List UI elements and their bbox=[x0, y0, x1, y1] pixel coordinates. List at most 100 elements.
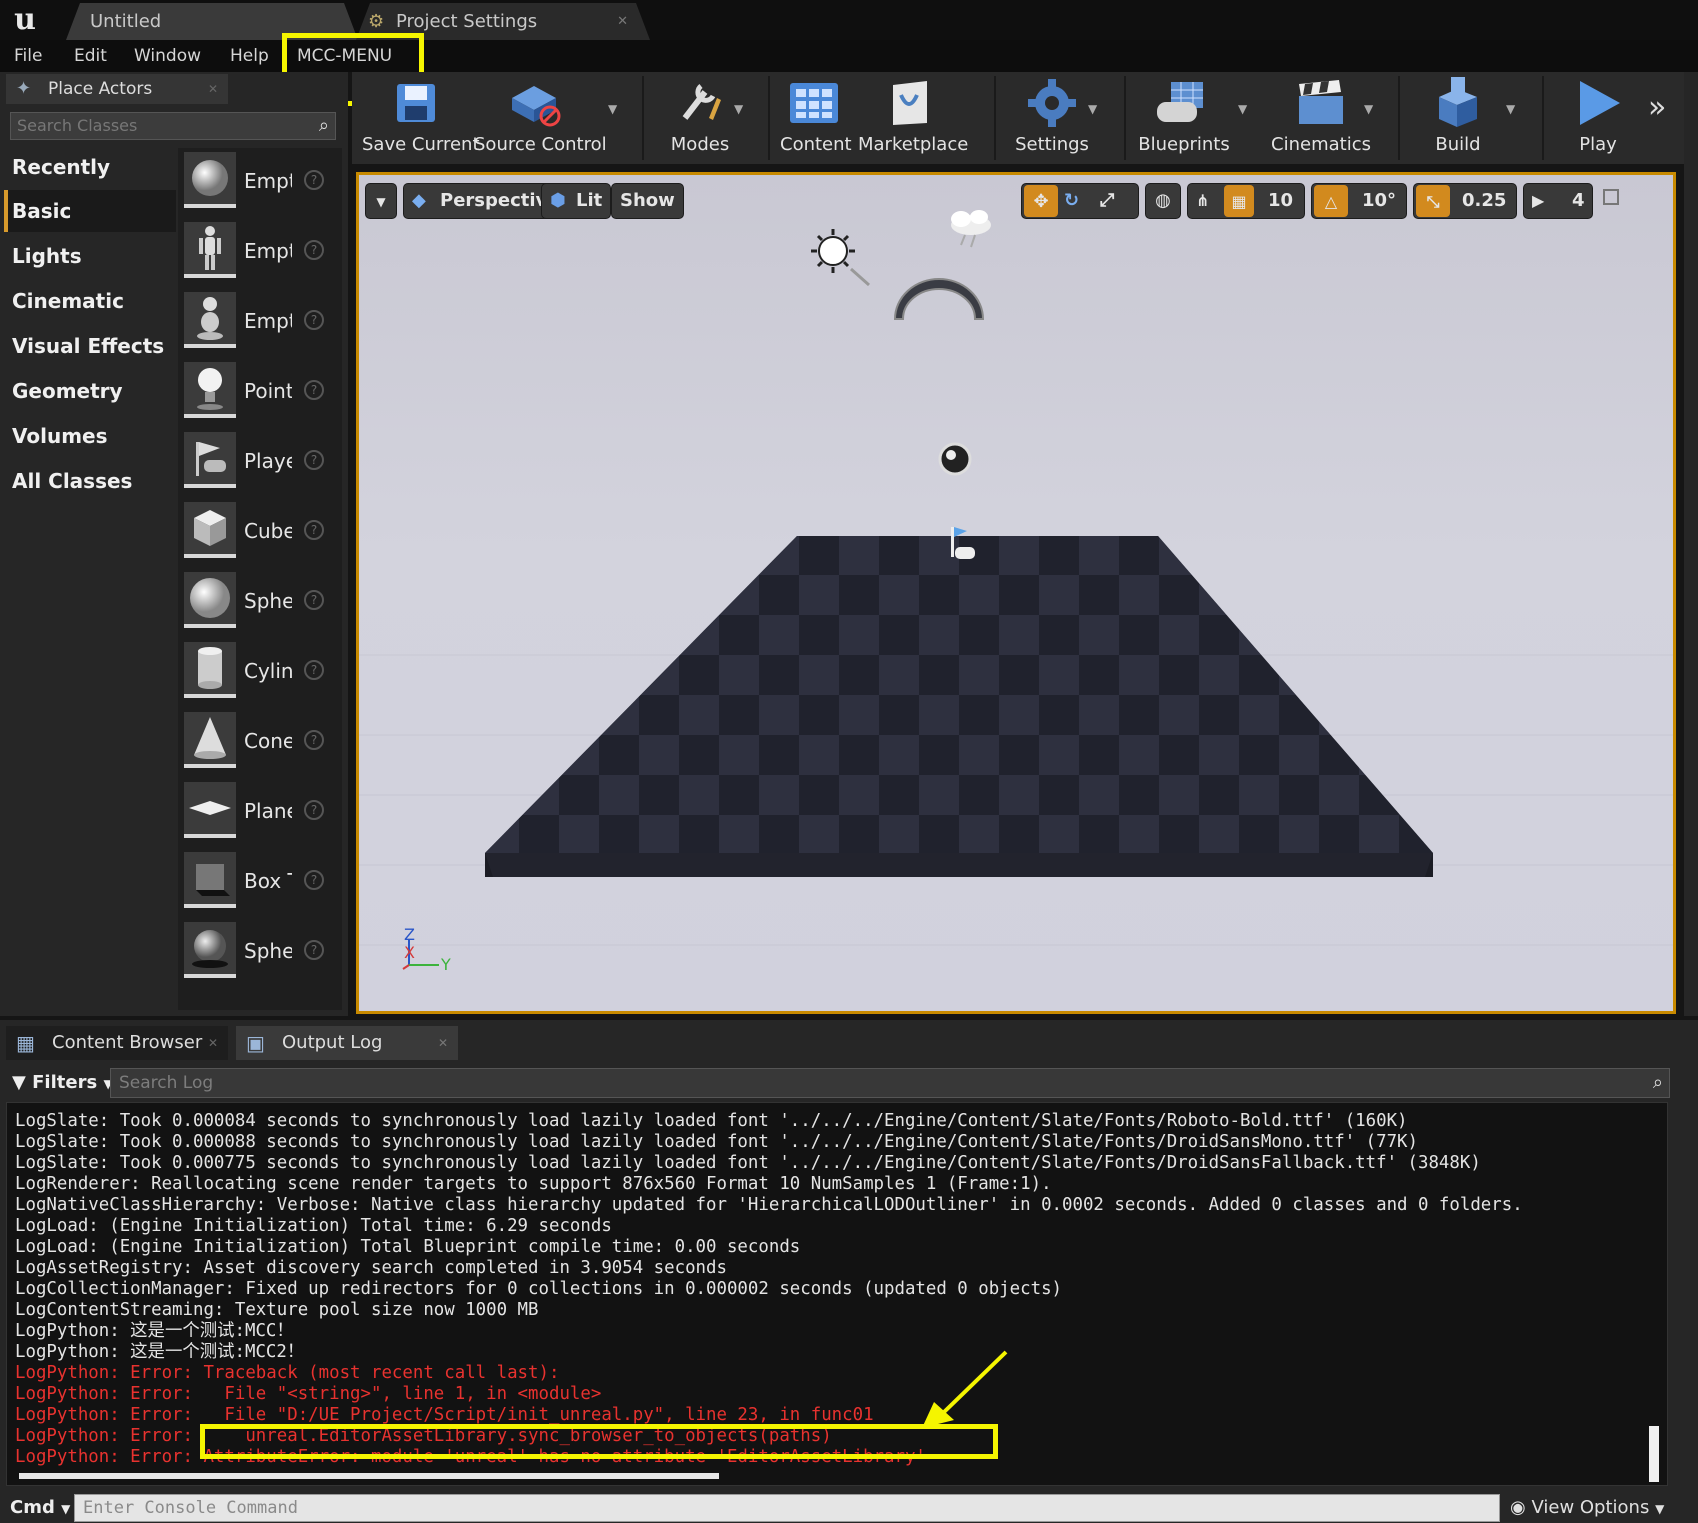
close-icon[interactable]: ✕ bbox=[617, 3, 628, 40]
rotation-snap-icon[interactable]: △ bbox=[1314, 185, 1348, 217]
axis-z-label: Z bbox=[404, 925, 415, 944]
help-icon[interactable]: ? bbox=[304, 870, 324, 890]
help-icon[interactable]: ? bbox=[304, 310, 324, 330]
help-icon[interactable]: ? bbox=[304, 380, 324, 400]
close-icon[interactable]: ✕ bbox=[438, 1026, 448, 1060]
lit-view-mode-button[interactable]: ⬢ Lit bbox=[541, 183, 612, 219]
content-button[interactable]: Content bbox=[780, 72, 852, 164]
scale-icon[interactable]: ⤢ bbox=[1100, 184, 1114, 218]
actor-item-cone[interactable]: Cone ? bbox=[184, 710, 334, 772]
tab-content-browser[interactable]: ▦ Content Browser ✕ bbox=[6, 1026, 228, 1060]
help-icon[interactable]: ? bbox=[304, 590, 324, 610]
help-icon[interactable]: ? bbox=[304, 170, 324, 190]
rotate-icon[interactable]: ↻ bbox=[1064, 184, 1079, 218]
blueprints-button[interactable]: Blueprints bbox=[1132, 72, 1236, 164]
actor-item-box-trigger[interactable]: Box T ? bbox=[184, 850, 334, 912]
menu-edit[interactable]: Edit bbox=[74, 40, 107, 72]
toolbar-separator bbox=[1398, 76, 1400, 160]
log-line: LogContentStreaming: Texture pool size n… bbox=[15, 1300, 539, 1320]
actor-item-empty-character[interactable]: Empt ? bbox=[184, 220, 334, 282]
tab-output-log[interactable]: ▣ Output Log ✕ bbox=[236, 1026, 458, 1060]
chevron-down-icon[interactable]: ▼ bbox=[608, 102, 617, 116]
viewport-options-dropdown[interactable]: ▼ bbox=[365, 183, 397, 219]
show-button[interactable]: Show bbox=[611, 183, 684, 219]
actor-item-player-start[interactable]: Playe ? bbox=[184, 430, 334, 492]
lit-label: Lit bbox=[576, 190, 603, 211]
chevron-down-icon[interactable]: ▼ bbox=[1364, 102, 1373, 116]
category-lights[interactable]: Lights bbox=[4, 235, 176, 277]
category-cinematic[interactable]: Cinematic bbox=[4, 280, 176, 322]
save-current-button[interactable]: Save Current bbox=[362, 72, 480, 164]
horizontal-scrollbar[interactable] bbox=[19, 1473, 719, 1479]
help-icon[interactable]: ? bbox=[304, 240, 324, 260]
place-actors-tab[interactable]: ✦ Place Actors ✕ bbox=[6, 74, 228, 104]
transform-tools-group: ✥ ↻ ⤢ bbox=[1021, 183, 1139, 219]
search-classes-input[interactable]: Search Classes ⌕ bbox=[10, 112, 336, 140]
chevron-down-icon[interactable]: ▼ bbox=[734, 102, 743, 116]
actor-item-sphere[interactable]: Sphe ? bbox=[184, 570, 334, 632]
category-all-classes[interactable]: All Classes bbox=[4, 460, 176, 502]
camera-speed-button[interactable]: ▶ 4 bbox=[1523, 183, 1593, 219]
camera-icon: ▶ bbox=[1532, 191, 1545, 210]
close-icon[interactable]: ✕ bbox=[208, 1026, 218, 1060]
help-icon[interactable]: ? bbox=[304, 450, 324, 470]
content-label: Content bbox=[780, 134, 852, 155]
rotation-snap-value[interactable]: 10° bbox=[1362, 184, 1396, 218]
actor-label: Box T bbox=[244, 869, 292, 893]
modes-button[interactable]: Modes bbox=[652, 72, 748, 164]
vertical-scrollbar[interactable] bbox=[1649, 1426, 1659, 1482]
cmd-dropdown[interactable]: Cmd ▼ bbox=[10, 1494, 70, 1523]
chevron-down-icon[interactable]: ▼ bbox=[1506, 102, 1515, 116]
build-button[interactable]: Build bbox=[1412, 72, 1504, 164]
scale-snap-value[interactable]: 0.25 bbox=[1462, 184, 1506, 218]
translate-icon[interactable]: ✥ bbox=[1024, 185, 1058, 217]
chevron-down-icon[interactable]: ▼ bbox=[1088, 102, 1097, 116]
search-icon: ⌕ bbox=[1652, 1072, 1663, 1093]
category-geometry[interactable]: Geometry bbox=[4, 370, 176, 412]
close-icon[interactable]: ✕ bbox=[208, 74, 218, 104]
help-icon[interactable]: ? bbox=[304, 520, 324, 540]
actor-item-point-light[interactable]: Point ? bbox=[184, 360, 334, 422]
surface-snap-icon[interactable]: ⋔ bbox=[1196, 184, 1209, 218]
search-log-input[interactable]: Search Log ⌕ bbox=[110, 1068, 1670, 1098]
level-viewport[interactable]: ▼ ◆ Perspective ⬢ Lit Show ✥ ↻ ⤢ ◍ ⋔ ▦ 1… bbox=[356, 172, 1676, 1014]
actor-item-empty-actor[interactable]: Empt ? bbox=[184, 150, 334, 212]
menu-file[interactable]: File bbox=[14, 40, 42, 72]
grid-snap-icon[interactable]: ▦ bbox=[1224, 185, 1254, 217]
toolbar-overflow-icon[interactable]: » bbox=[1648, 90, 1666, 125]
actor-item-sphere-trigger[interactable]: Sphe ? bbox=[184, 920, 334, 982]
actor-item-plane[interactable]: Plane ? bbox=[184, 780, 334, 842]
log-line: LogPython: 这是一个测试:MCC！ bbox=[15, 1321, 294, 1341]
world-local-toggle[interactable]: ◍ bbox=[1145, 183, 1181, 219]
cinematics-button[interactable]: Cinematics bbox=[1264, 72, 1378, 164]
category-basic[interactable]: Basic bbox=[4, 190, 176, 232]
help-icon[interactable]: ? bbox=[304, 940, 324, 960]
play-button[interactable]: Play bbox=[1552, 72, 1644, 164]
skylight-icon bbox=[893, 278, 985, 320]
console-command-input[interactable]: Enter Console Command bbox=[74, 1494, 1500, 1522]
actor-label: Point bbox=[244, 379, 292, 403]
scale-snap-icon[interactable]: ⤡ bbox=[1416, 185, 1450, 217]
menu-help[interactable]: Help bbox=[230, 40, 269, 72]
maximize-viewport-icon[interactable] bbox=[1603, 189, 1619, 205]
chevron-down-icon: ▼ bbox=[376, 195, 386, 209]
category-recently-placed[interactable]: Recently Placed bbox=[4, 146, 176, 221]
actor-item-cube[interactable]: Cube ? bbox=[184, 500, 334, 562]
help-icon[interactable]: ? bbox=[304, 660, 324, 680]
sphere-thumb-icon bbox=[184, 572, 236, 628]
source-control-button[interactable]: Source Control bbox=[474, 72, 607, 164]
category-visual-effects[interactable]: Visual Effects bbox=[4, 325, 176, 367]
filters-dropdown[interactable]: ▼ Filters ▼ bbox=[12, 1068, 113, 1099]
menu-window[interactable]: Window bbox=[134, 40, 201, 72]
help-icon[interactable]: ? bbox=[304, 730, 324, 750]
category-volumes[interactable]: Volumes bbox=[4, 415, 176, 457]
actor-item-empty-pawn[interactable]: Empt ? bbox=[184, 290, 334, 352]
grid-snap-value[interactable]: 10 bbox=[1268, 184, 1293, 218]
view-options-button[interactable]: ◉ View Options ▼ bbox=[1510, 1494, 1664, 1523]
chevron-down-icon[interactable]: ▼ bbox=[1238, 102, 1247, 116]
help-icon[interactable]: ? bbox=[304, 800, 324, 820]
actor-item-cylinder[interactable]: Cylin ? bbox=[184, 640, 334, 702]
marketplace-button[interactable]: Marketplace bbox=[858, 72, 968, 164]
settings-button[interactable]: Settings bbox=[1006, 72, 1098, 164]
actor-label: Cylin bbox=[244, 659, 292, 683]
